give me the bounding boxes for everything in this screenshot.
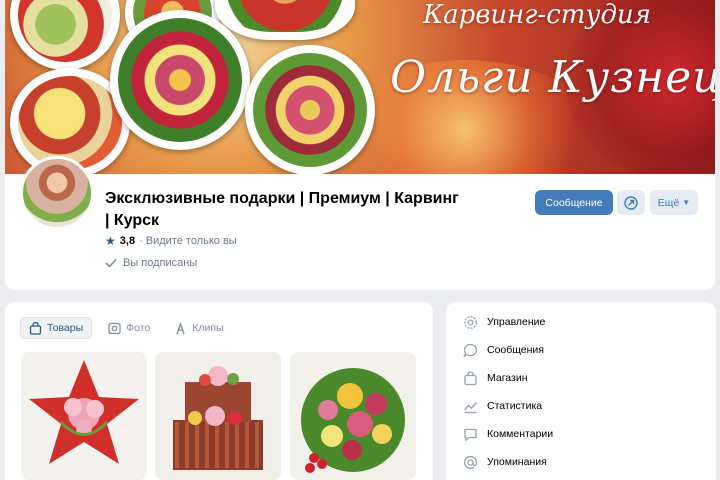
menu-item-label: Управление <box>487 316 546 328</box>
cover-plate-heart <box>215 0 355 40</box>
shop-bag-icon <box>462 370 478 386</box>
menu-item-label: Комментарии <box>487 428 554 440</box>
message-button[interactable]: Сообщение <box>535 190 613 215</box>
rating-value: 3,8 <box>119 235 136 247</box>
menu-item-label: Упоминания <box>487 456 547 468</box>
menu-item-manage[interactable]: Управление <box>462 314 545 330</box>
product-thumb[interactable] <box>155 352 281 480</box>
cover-plate-right <box>245 45 375 175</box>
clips-icon <box>176 321 185 334</box>
tab-photos[interactable]: Фото <box>100 317 158 339</box>
tab-clips[interactable]: Клипы <box>166 317 231 339</box>
photo-icon <box>108 322 121 334</box>
share-button[interactable] <box>617 190 645 215</box>
media-tabs: Товары Фото Клипы <box>20 317 232 339</box>
star-icon: ★ <box>105 234 116 248</box>
rating-note: · Видите только вы <box>139 235 237 247</box>
cover-plate-center <box>110 10 250 150</box>
menu-item-label: Сообщения <box>487 344 544 356</box>
cover-script-line1: Карвинг-студия <box>423 0 651 30</box>
chevron-down-icon: ▼ <box>682 198 691 207</box>
group-rating[interactable]: ★ 3,8 · Видите только вы <box>105 234 237 248</box>
more-label: Ещё <box>657 196 680 209</box>
group-avatar[interactable] <box>20 156 94 230</box>
product-image-cake <box>155 352 281 480</box>
more-button[interactable]: Ещё ▼ <box>650 190 698 215</box>
product-thumb[interactable] <box>290 352 416 480</box>
check-icon <box>105 258 117 268</box>
menu-item-label: Магазин <box>487 372 528 384</box>
menu-item-comments[interactable]: Комментарии <box>462 426 553 442</box>
product-thumb[interactable] <box>21 352 147 480</box>
menu-item-shop[interactable]: Магазин <box>462 370 528 386</box>
cover-image: Карвинг-студия Ольги Кузнецовой <box>5 0 715 178</box>
tab-photos-label: Фото <box>126 322 151 334</box>
subscribed-label: Вы подписаны <box>123 257 198 269</box>
share-icon <box>624 195 638 210</box>
subscribed-status[interactable]: Вы подписаны <box>105 257 197 269</box>
comment-icon <box>462 426 478 442</box>
tab-clips-label: Клипы <box>192 322 224 334</box>
menu-item-mentions[interactable]: Упоминания <box>462 454 547 470</box>
menu-item-label: Статистика <box>487 400 543 412</box>
menu-item-stats[interactable]: Статистика <box>462 398 542 414</box>
product-image-star <box>21 352 147 480</box>
tab-products-label: Товары <box>47 322 84 334</box>
cover-plate-topleft <box>10 0 120 70</box>
menu-item-messages[interactable]: Сообщения <box>462 342 544 358</box>
cover-script-line2: Ольги Кузнецовой <box>390 52 715 103</box>
tab-products[interactable]: Товары <box>20 317 93 339</box>
stats-icon <box>462 398 478 414</box>
gear-icon <box>462 314 478 330</box>
bag-icon <box>29 321 42 335</box>
product-image-bouquet <box>290 352 416 480</box>
group-title: Эксклюзивные подарки | Премиум | Карвинг… <box>105 190 459 229</box>
mention-icon <box>462 454 478 470</box>
message-icon <box>462 342 478 358</box>
